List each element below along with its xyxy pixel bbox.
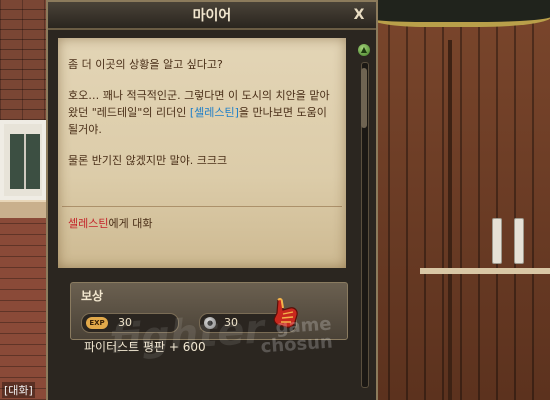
talk-option-suffix: 에게 대화 [108, 217, 153, 230]
door-ledge [420, 268, 550, 274]
dialogue-line-3: 물론 반기진 않겠지만 말야. 크크크 [68, 154, 228, 167]
talk-option-npc-name: 셀레스틴 [68, 217, 109, 230]
dialogue-text: 좀 더 이곳의 상황을 알고 싶다고? 호오… 꽤나 적극적인군. 그렇다면 이… [68, 56, 338, 183]
npc-link[interactable]: [셀레스틴] [190, 106, 239, 119]
dialogue-line-2: 호오… 꽤나 적극적인군. 그렇다면 이 도시의 치안을 맡아왔던 "레드테일"… [68, 87, 338, 138]
watermark: fighter game chosun [108, 306, 334, 363]
door-handle-right [514, 218, 524, 264]
dialogue-divider [62, 206, 342, 207]
close-icon[interactable]: X [350, 6, 368, 24]
dialog-scrollbar[interactable]: ▲ [356, 38, 372, 398]
dialog-titlebar: 마이어 X [48, 0, 376, 30]
triangle-up-icon[interactable]: ▲ [358, 44, 370, 56]
watermark-line-2: chosun [259, 331, 334, 358]
building-window [0, 120, 46, 200]
awning [372, 0, 550, 27]
scroll-thumb[interactable] [361, 68, 367, 128]
reward-title: 보상 [81, 289, 104, 303]
wooden-door [370, 0, 550, 400]
door-seam [448, 40, 452, 400]
dialogue-line-1: 좀 더 이곳의 상황을 알고 싶다고? [68, 58, 223, 71]
window-glass [10, 134, 40, 189]
talk-option-button[interactable]: 셀레스틴에게 대화 [68, 215, 152, 231]
exp-icon: EXP [86, 317, 108, 329]
chat-tag: [대화] [2, 382, 35, 398]
dialog-title: 마이어 [192, 8, 232, 24]
watermark-brand: fighter [108, 306, 266, 363]
door-handle-left [492, 218, 502, 264]
